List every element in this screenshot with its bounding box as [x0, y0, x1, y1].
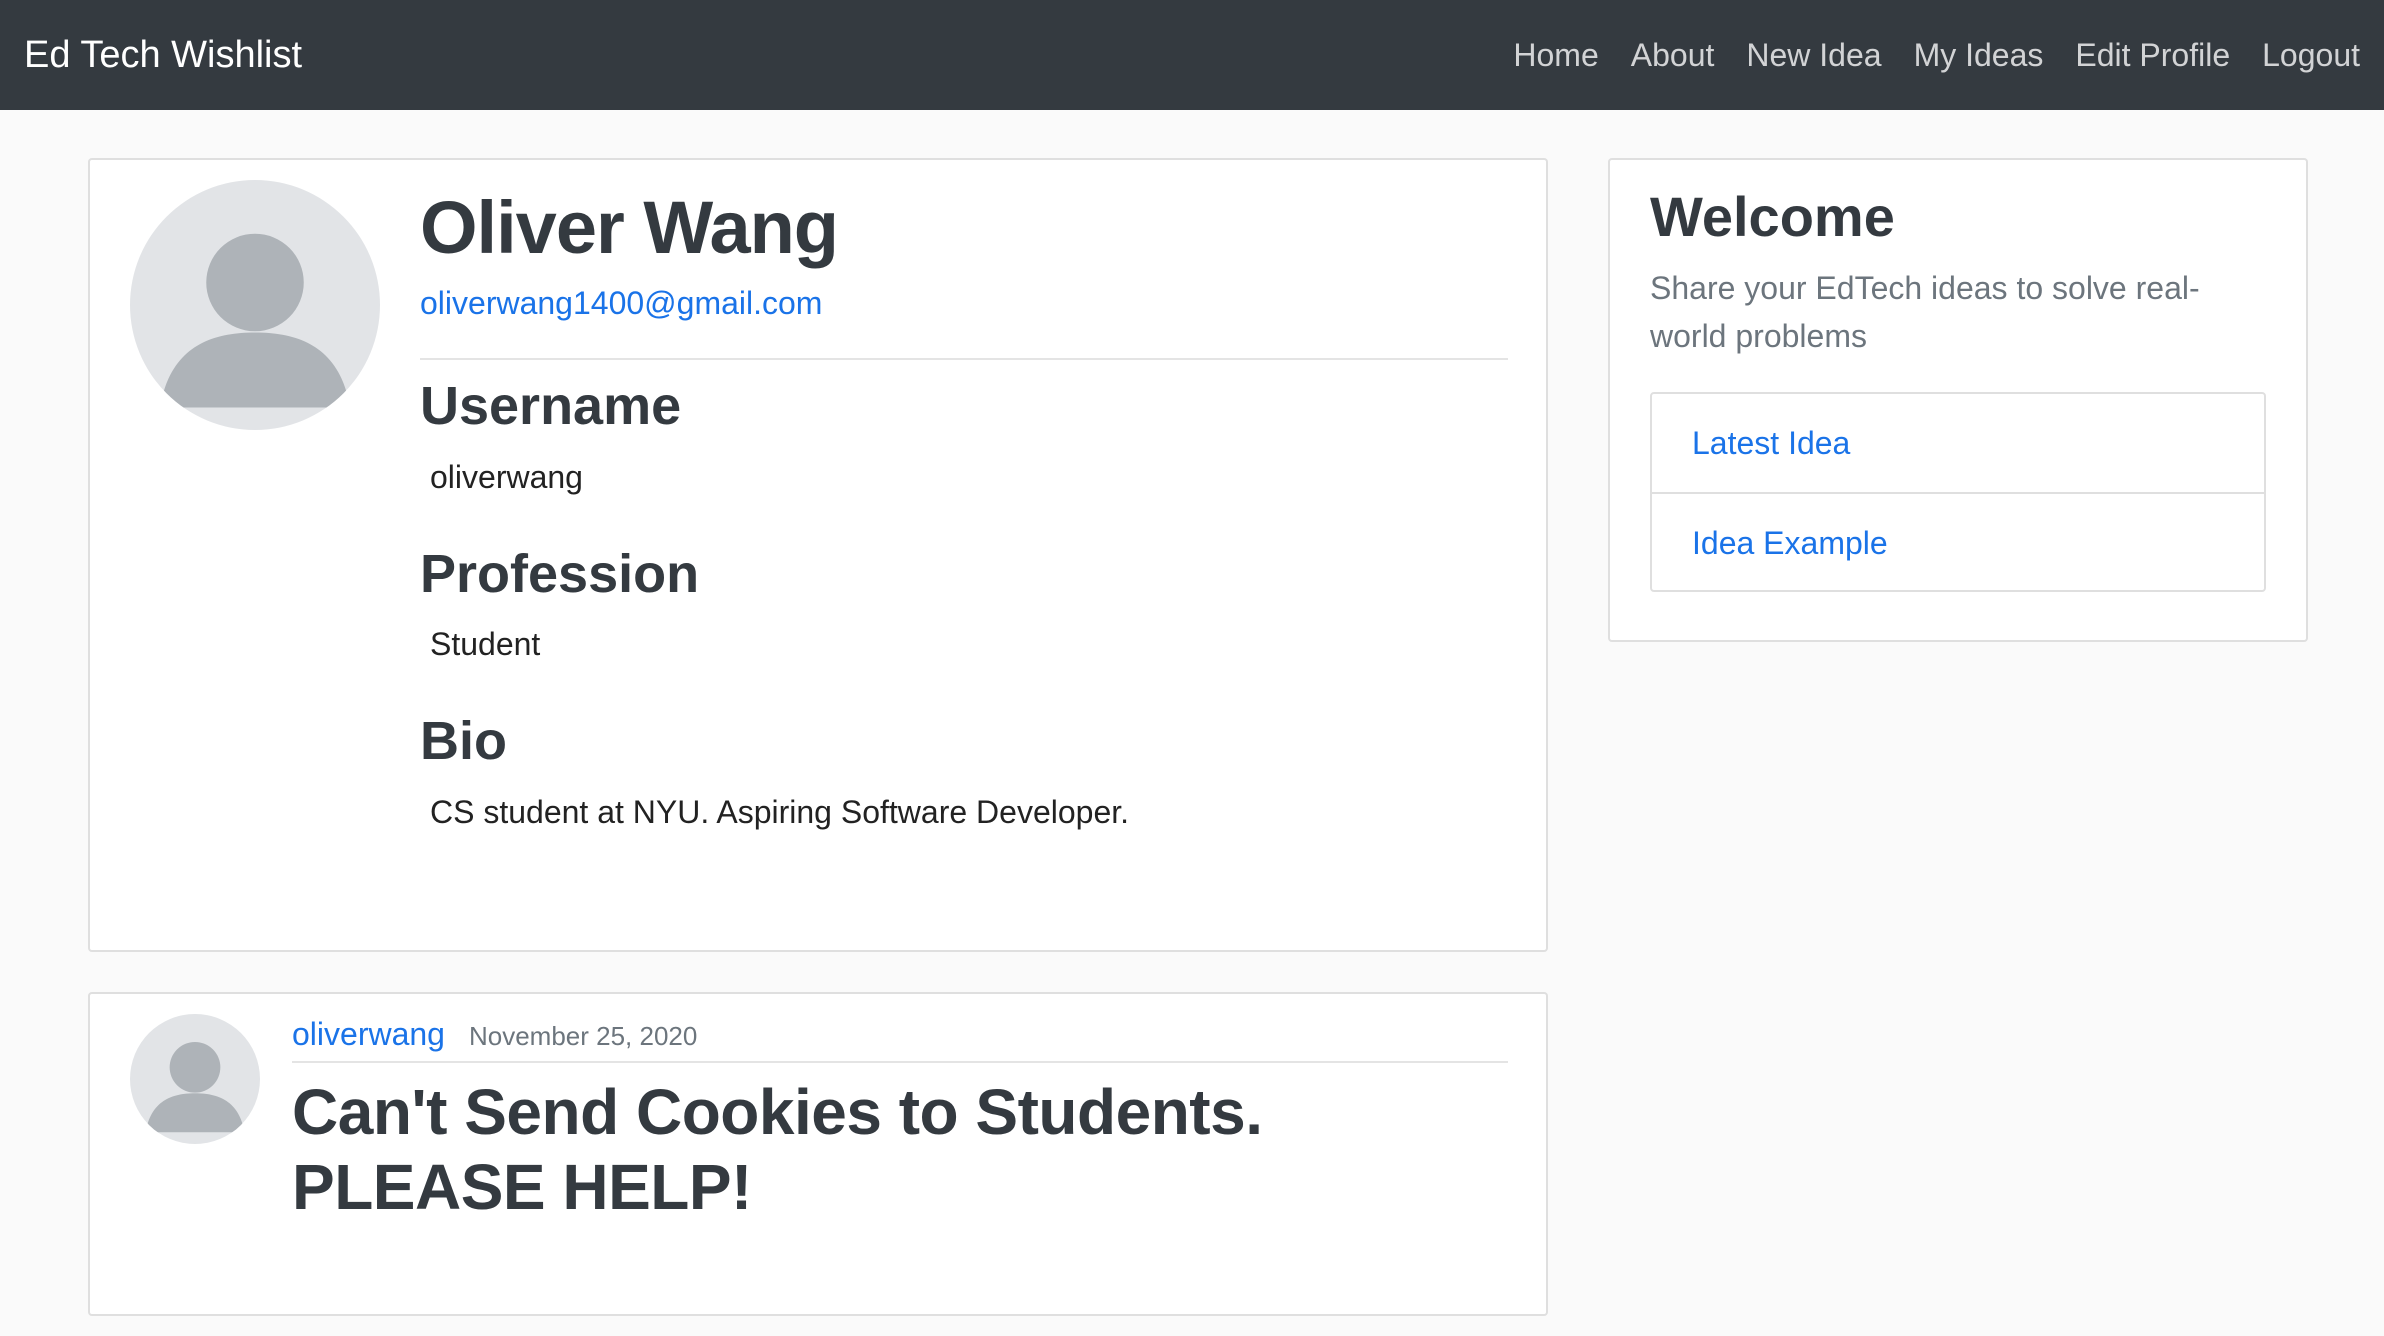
- top-navbar: Ed Tech Wishlist Home About New Idea My …: [0, 0, 2384, 110]
- profile-email-link[interactable]: oliverwang1400@gmail.com: [420, 285, 1508, 322]
- welcome-links: Latest Idea Idea Example: [1650, 392, 2266, 592]
- idea-post-card: oliverwang November 25, 2020 Can't Send …: [88, 992, 1548, 1316]
- post-date: November 25, 2020: [468, 1021, 698, 1051]
- user-silhouette-icon: [130, 180, 380, 430]
- username-value: oliverwang: [430, 458, 583, 495]
- nav-links: Home About New Idea My Ideas Edit Profil…: [1481, 37, 2360, 74]
- nav-home-link[interactable]: Home: [1513, 37, 1598, 74]
- nav-about-link[interactable]: About: [1631, 37, 1715, 74]
- idea-example-link[interactable]: Idea Example: [1652, 492, 2264, 590]
- latest-idea-link[interactable]: Latest Idea: [1652, 394, 2264, 492]
- post-title[interactable]: Can't Send Cookies to Students. PLEASE H…: [292, 1075, 1508, 1225]
- profession-heading: Profession: [420, 543, 700, 604]
- profile-divider: [420, 357, 1508, 360]
- welcome-card: Welcome Share your EdTech ideas to solve…: [1608, 158, 2308, 642]
- username-heading: Username: [420, 375, 682, 436]
- nav-new-idea-link[interactable]: New Idea: [1746, 37, 1881, 74]
- nav-my-ideas-link[interactable]: My Ideas: [1914, 37, 2044, 74]
- nav-logout-link[interactable]: Logout: [2262, 37, 2360, 74]
- post-author-link[interactable]: oliverwang: [292, 1016, 445, 1053]
- post-body: oliverwang November 25, 2020 Can't Send …: [292, 1016, 1508, 1225]
- welcome-title: Welcome: [1650, 185, 1895, 248]
- brand-link[interactable]: Ed Tech Wishlist: [24, 34, 302, 77]
- profile-name: Oliver Wang: [420, 186, 839, 269]
- bio-heading: Bio: [420, 711, 507, 772]
- profile-card: Oliver Wang oliverwang1400@gmail.com Use…: [88, 158, 1548, 952]
- profession-value: Student: [430, 626, 541, 663]
- user-silhouette-icon: [130, 1014, 260, 1144]
- post-meta: oliverwang November 25, 2020: [292, 1016, 1508, 1063]
- nav-edit-profile-link[interactable]: Edit Profile: [2075, 37, 2230, 74]
- welcome-text: Share your EdTech ideas to solve real-wo…: [1650, 270, 2200, 354]
- profile-details: Oliver Wang oliverwang1400@gmail.com Use…: [420, 184, 1508, 877]
- bio-value: CS student at NYU. Aspiring Software Dev…: [430, 794, 1130, 831]
